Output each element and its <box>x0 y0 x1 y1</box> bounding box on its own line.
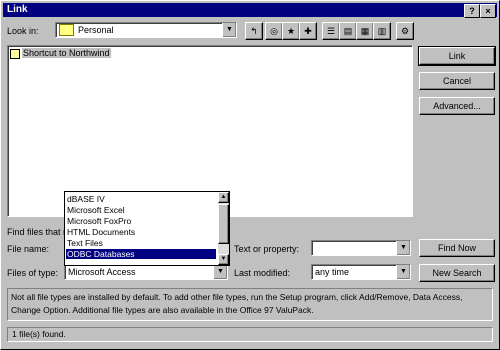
scroll-up-icon[interactable]: ▲ <box>218 192 229 203</box>
cancel-button[interactable]: Cancel <box>419 72 495 90</box>
favorites-button[interactable]: ★ <box>282 22 300 40</box>
file-type-dropdown-list[interactable]: dBASE IV Microsoft Excel Microsoft FoxPro H… <box>64 191 230 266</box>
info-text: Not all file types are installed by defa… <box>7 288 493 321</box>
look-in-label: Look in: <box>7 26 39 36</box>
shortcut-icon <box>10 49 20 59</box>
file-type-select[interactable]: Microsoft Access ▼ <box>64 264 228 280</box>
dropdown-option[interactable]: dBASE IV <box>66 194 216 204</box>
dropdown-option[interactable]: HTML Documents <box>66 227 216 237</box>
title-bar: Link ? × <box>3 3 497 18</box>
dropdown-option[interactable]: ODBC Databases <box>66 249 216 259</box>
dropdown-option[interactable]: Microsoft FoxPro <box>66 216 216 226</box>
chevron-down-icon[interactable]: ▼ <box>396 265 410 279</box>
file-type-value: Microsoft Access <box>68 267 136 277</box>
file-type-label: Files of type: <box>7 268 59 278</box>
last-modified-label: Last modified: <box>234 268 291 278</box>
look-in-dropdown[interactable]: Personal ▼ <box>55 22 237 38</box>
file-name-label: File name: <box>7 244 50 254</box>
chevron-down-icon[interactable]: ▼ <box>222 23 236 37</box>
text-property-input[interactable]: ▼ <box>311 240 411 256</box>
advanced-button[interactable]: Advanced... <box>419 97 495 115</box>
add-to-favorites-button[interactable]: ✚ <box>299 22 317 40</box>
link-dialog: Link ? × Look in: Personal ▼ ↰ ◎ ★ ✚ ☰ ▤… <box>0 0 500 350</box>
find-now-button[interactable]: Find Now <box>419 239 495 257</box>
details-view-button[interactable]: ▤ <box>339 22 357 40</box>
preview-view-button[interactable]: ▥ <box>373 22 391 40</box>
close-button[interactable]: × <box>480 4 496 18</box>
commands-settings-button[interactable]: ⚙ <box>396 22 414 40</box>
last-modified-select[interactable]: any time ▼ <box>311 264 411 280</box>
chevron-down-icon[interactable]: ▼ <box>396 241 410 255</box>
scroll-down-icon[interactable]: ▼ <box>218 254 229 265</box>
dropdown-option[interactable]: Microsoft Excel <box>66 205 216 215</box>
chevron-down-icon[interactable]: ▼ <box>213 265 227 279</box>
properties-view-button[interactable]: ▦ <box>356 22 374 40</box>
scroll-thumb[interactable] <box>218 204 229 244</box>
text-property-label: Text or property: <box>234 244 300 254</box>
status-bar: 1 file(s) found. <box>7 327 493 342</box>
look-in-value: Personal <box>78 25 114 35</box>
last-modified-value: any time <box>315 267 350 277</box>
new-search-button[interactable]: New Search <box>419 264 495 282</box>
dropdown-option[interactable]: Text Files <box>66 238 216 248</box>
window-title: Link <box>7 4 28 15</box>
up-one-level-button[interactable]: ↰ <box>245 22 263 40</box>
help-button[interactable]: ? <box>464 4 480 18</box>
link-button[interactable]: Link <box>418 46 496 66</box>
list-view-button[interactable]: ☰ <box>322 22 340 40</box>
search-web-button[interactable]: ◎ <box>265 22 283 40</box>
scrollbar[interactable]: ▲ ▼ <box>218 192 229 265</box>
folder-icon <box>59 24 74 36</box>
file-name: Shortcut to Northwind <box>22 48 111 58</box>
